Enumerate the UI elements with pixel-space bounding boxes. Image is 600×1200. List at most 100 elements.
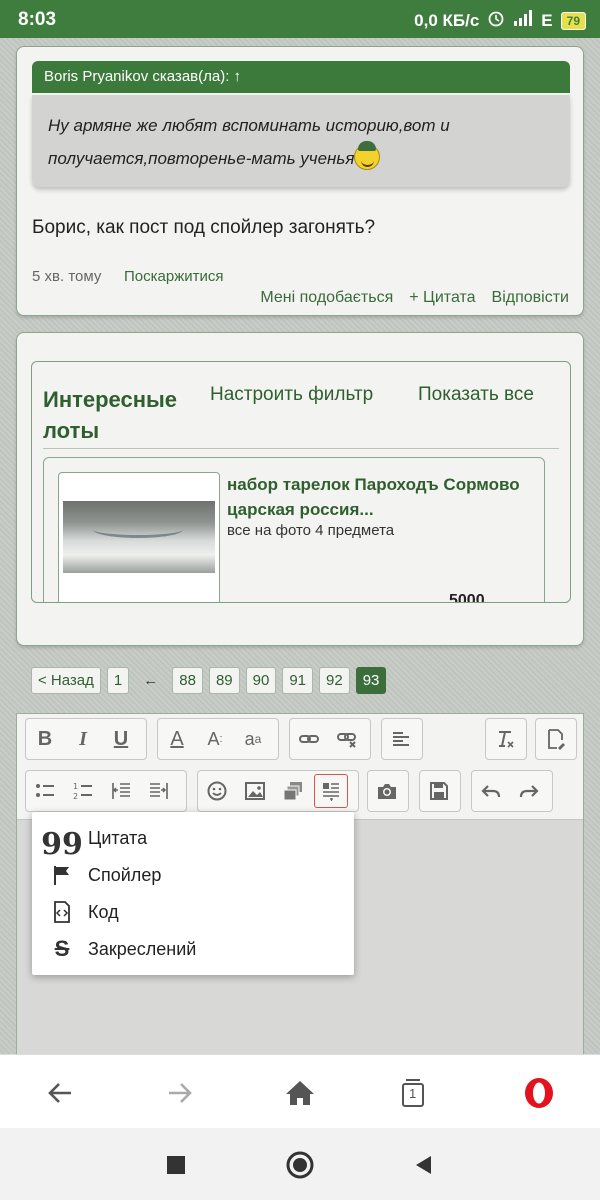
- quote-link[interactable]: + Цитата: [409, 289, 475, 307]
- menu-item-label: Цитата: [88, 827, 148, 848]
- image-button[interactable]: [236, 771, 274, 811]
- page-89[interactable]: 89: [208, 667, 240, 694]
- tab-count: 1: [409, 1086, 417, 1101]
- opera-menu-icon[interactable]: [519, 1073, 559, 1113]
- divider: [43, 448, 559, 449]
- outdent-icon: [112, 783, 130, 799]
- menu-item-strikethrough[interactable]: S Закреслений: [32, 931, 354, 967]
- status-time: 8:03: [18, 9, 57, 30]
- link-icon: [299, 735, 319, 743]
- forum-post: Boris Pryanikov сказав(ла): ↑ Ну армяне …: [16, 46, 584, 316]
- like-link[interactable]: Мені подобається: [260, 289, 393, 307]
- insert-block-button[interactable]: [314, 774, 348, 808]
- battery-icon: 79: [560, 11, 586, 30]
- menu-item-label: Закреслений: [88, 938, 197, 959]
- lots-widget: Интересные лоты Настроить фильтр Показат…: [16, 332, 584, 646]
- status-bar: 8:03 0,0 КБ/с E 79: [0, 0, 600, 38]
- network-speed: 0,0 КБ/с: [414, 10, 480, 30]
- pagination: < Назад 1 ← 88 89 90 91 92 93: [31, 667, 387, 694]
- italic-button[interactable]: I: [64, 719, 102, 759]
- reply-link[interactable]: Відповісти: [492, 289, 569, 307]
- link-button[interactable]: [290, 719, 328, 759]
- home-circle-icon[interactable]: [283, 1148, 317, 1182]
- lot-price: 5000: [449, 592, 485, 603]
- bullet-list-button[interactable]: [26, 771, 64, 811]
- menu-item-label: Спойлер: [88, 864, 162, 885]
- plate-photo: [63, 501, 215, 573]
- quote-body: Ну армяне же любят вспоминать историю,во…: [32, 95, 570, 187]
- numbered-list-button[interactable]: 12: [64, 771, 102, 811]
- signal-icon: [513, 10, 533, 31]
- undo-icon: [481, 785, 501, 798]
- bullet-list-icon: [36, 784, 54, 797]
- align-button[interactable]: [382, 719, 420, 759]
- text-block-icon: [323, 783, 339, 801]
- font-size-button[interactable]: A:: [196, 719, 234, 759]
- lot-image[interactable]: [58, 472, 220, 602]
- camera-button[interactable]: [368, 771, 406, 811]
- underline-button[interactable]: U: [102, 719, 140, 759]
- unlink-button[interactable]: [328, 719, 366, 759]
- save-icon: [430, 782, 448, 800]
- tabs-icon[interactable]: 1: [393, 1073, 433, 1113]
- svg-text:2: 2: [73, 792, 78, 801]
- page-back-button[interactable]: < Назад: [31, 667, 101, 694]
- menu-item-label: Код: [88, 901, 119, 922]
- menu-item-code[interactable]: Код: [32, 894, 354, 930]
- bold-button[interactable]: B: [26, 719, 64, 759]
- emoji-button[interactable]: [198, 771, 236, 811]
- lot-name[interactable]: набор тарелок Пароходъ Сормово царская р…: [227, 472, 537, 522]
- browser-navigation-bar: 1: [0, 1054, 600, 1128]
- home-icon[interactable]: [280, 1073, 320, 1113]
- page-88[interactable]: 88: [172, 667, 203, 694]
- show-all-link[interactable]: Показать все: [418, 384, 534, 406]
- redo-icon: [519, 785, 539, 798]
- report-link[interactable]: Поскаржитися: [124, 268, 224, 285]
- source-mode-button[interactable]: [536, 719, 574, 759]
- post-actions: Мені подобається + Цитата Відповісти: [260, 289, 569, 307]
- back-arrow-icon[interactable]: [40, 1073, 80, 1113]
- recents-square-icon[interactable]: [159, 1148, 193, 1182]
- indent-icon: [150, 783, 168, 799]
- camera-icon: [378, 784, 396, 799]
- network-type: E: [541, 10, 553, 30]
- menu-item-quote[interactable]: 99 Цитата: [32, 820, 354, 862]
- image-icon: [245, 782, 265, 800]
- page-91[interactable]: 91: [282, 667, 313, 694]
- undo-button[interactable]: [472, 771, 510, 811]
- clear-format-icon: [499, 731, 514, 748]
- gallery-icon: [283, 782, 302, 801]
- page-92[interactable]: 92: [319, 667, 350, 694]
- post-text: Борис, как пост под спойлер загонять?: [32, 217, 376, 238]
- page-90[interactable]: 90: [245, 667, 277, 694]
- document-pen-icon: [548, 729, 565, 750]
- forward-arrow-icon[interactable]: [160, 1073, 200, 1113]
- lot-card[interactable]: набор тарелок Пароходъ Сормово царская р…: [43, 457, 545, 603]
- insert-block-menu: 99 Цитата Спойлер Код S Закреслений: [32, 812, 354, 975]
- indent-button[interactable]: [140, 771, 178, 811]
- strikethrough-icon: S: [54, 936, 70, 961]
- numbered-list-icon: 12: [73, 782, 92, 801]
- page-93-current[interactable]: 93: [355, 667, 387, 694]
- clear-format-button[interactable]: [486, 719, 524, 759]
- outdent-button[interactable]: [102, 771, 140, 811]
- font-family-button[interactable]: aa: [234, 719, 272, 759]
- quote-text: Ну армяне же любят вспоминать историю,во…: [48, 116, 450, 168]
- quote-header[interactable]: Boris Pryanikov сказав(ла): ↑: [32, 61, 570, 93]
- quote-icon: 99: [41, 826, 83, 862]
- svg-text:1: 1: [73, 782, 78, 791]
- redo-button[interactable]: [510, 771, 548, 811]
- save-button[interactable]: [420, 771, 458, 811]
- smiley-face-icon: [207, 781, 227, 801]
- lot-description: все на фото 4 предмета: [227, 522, 395, 539]
- gallery-button[interactable]: [274, 771, 312, 811]
- menu-item-spoiler[interactable]: Спойлер: [32, 857, 354, 893]
- filter-link[interactable]: Настроить фильтр: [210, 384, 373, 406]
- back-triangle-icon[interactable]: [406, 1148, 440, 1182]
- lots-panel: Интересные лоты Настроить фильтр Показат…: [31, 361, 571, 603]
- lots-title: Интересные лоты: [43, 387, 178, 443]
- flag-icon: [50, 863, 74, 887]
- page-first[interactable]: 1: [106, 667, 130, 694]
- post-timestamp: 5 хв. тому: [32, 268, 102, 285]
- text-color-button[interactable]: A: [158, 719, 196, 759]
